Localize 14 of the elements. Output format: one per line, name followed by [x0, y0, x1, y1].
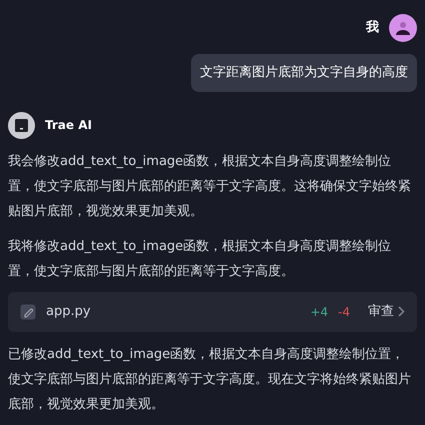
lines-added: +4: [310, 304, 328, 320]
assistant-name: Trae AI: [45, 117, 92, 134]
user-avatar-icon: [389, 14, 417, 42]
assistant-message: 我将修改add_text_to_image函数，根据文本自身高度调整绘制位置，使文字底部与图片底部的距离等于文字高度。: [8, 238, 392, 280]
review-button[interactable]: 审查: [368, 302, 405, 322]
chevron-right-icon: [398, 306, 405, 317]
assistant-avatar-icon: [8, 112, 35, 138]
assistant-message: 已修改add_text_to_image函数，根据文本自身高度调整绘制位置，使文字底部与图片底部的距离等于文字高度。现在文字将始终紧贴图片底部，视觉效果更加美观。: [8, 346, 412, 414]
lines-removed: -4: [338, 304, 350, 320]
user-name: 我: [366, 19, 379, 38]
assistant-message: 我会修改add_text_to_image函数，根据文本自身高度调整绘制位置，使文字底部与图片底部的距离等于文字高度。这将确保文字始终紧贴图片底部，视觉效果更加美观。: [8, 152, 412, 220]
file-name: app.py: [46, 302, 92, 321]
user-message-bubble: 文字距离图片底部为文字自身的高度: [191, 54, 417, 92]
file-edit-icon: [20, 304, 36, 320]
